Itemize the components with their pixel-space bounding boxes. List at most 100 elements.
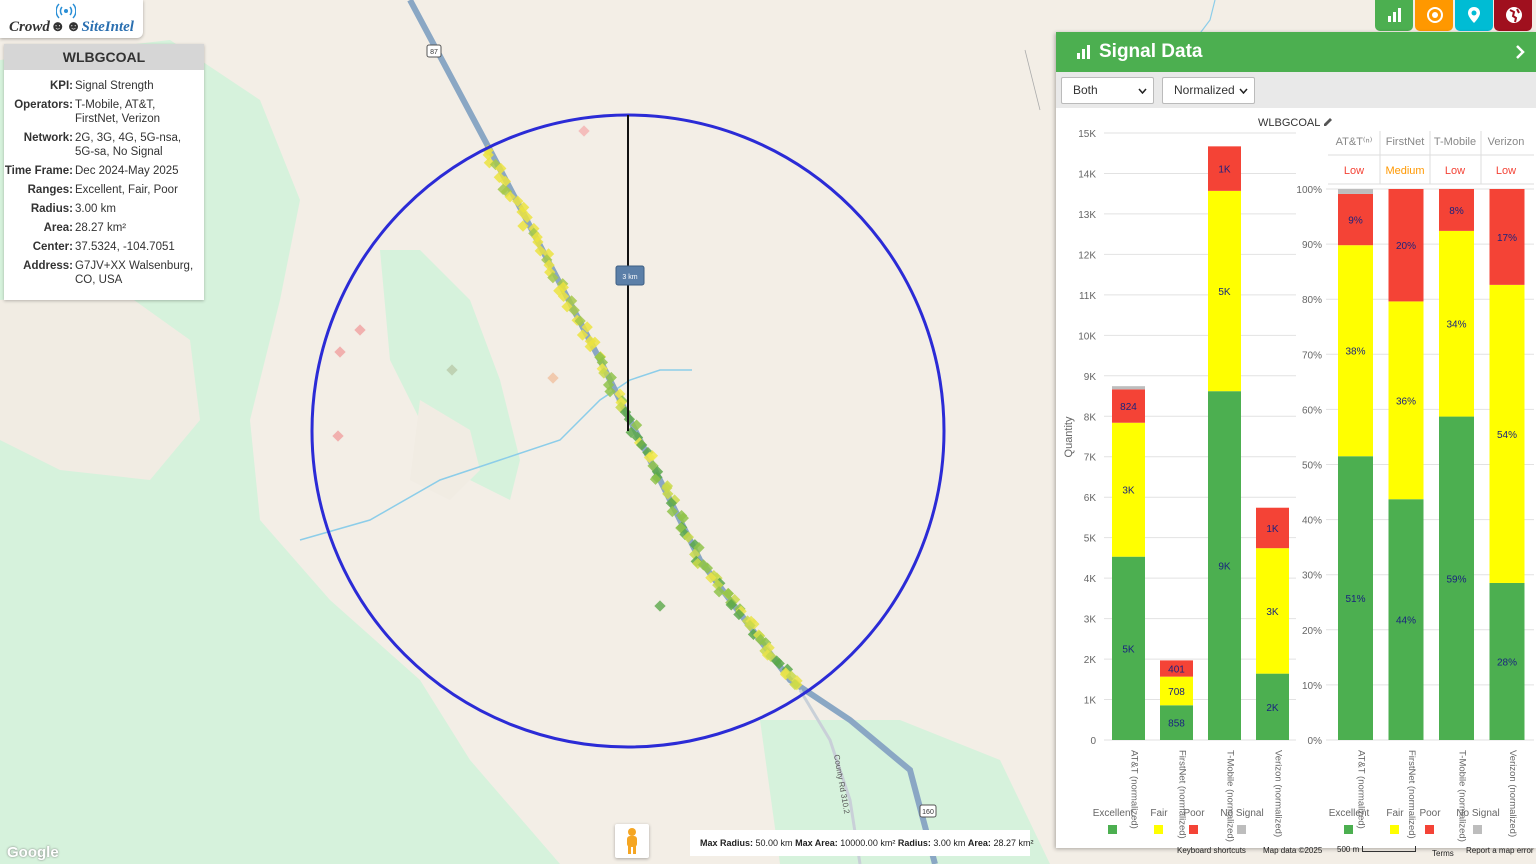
radius-value: 3.00 km (933, 838, 966, 848)
x-tick-label: FirstNet (normalized) (1406, 750, 1417, 839)
legend-swatch[interactable] (1344, 825, 1353, 834)
area-value: 28.27 km² (993, 838, 1034, 848)
bar-data-label: 8% (1449, 206, 1464, 217)
bar-data-label: 858 (1168, 719, 1185, 730)
info-row: Address: G7JV+XX Walsenburg, CO, USA (4, 259, 202, 287)
legend-swatch[interactable] (1237, 825, 1246, 834)
y-tick-label: 9K (1084, 372, 1097, 383)
operator-header: Verizon (1488, 136, 1525, 148)
chevron-right-icon[interactable] (1514, 44, 1526, 60)
bar-segment-no-signal[interactable] (1112, 386, 1145, 390)
map-data-attribution: Map data ©2025 (1263, 846, 1323, 855)
bar-data-label: 1K (1266, 524, 1279, 535)
y-tick-label: 0 (1090, 736, 1096, 747)
panel-header: Signal Data (1056, 32, 1536, 72)
bar-data-label: 2K (1266, 703, 1279, 714)
bar-data-label: 9K (1218, 562, 1231, 573)
y-tick-label: 40% (1302, 516, 1322, 527)
y-tick-label: 3K (1084, 615, 1097, 626)
bar-data-label: 51% (1345, 594, 1365, 605)
info-value: T-Mobile, AT&T, FirstNet, Verizon (75, 99, 160, 125)
y-tick-label: 10K (1078, 331, 1096, 342)
network-mode-select[interactable]: Both (1061, 77, 1154, 104)
y-tick-label: 10% (1302, 681, 1322, 692)
legend-swatch[interactable] (1154, 825, 1163, 834)
legend-label: Fair (1386, 808, 1404, 819)
network-mode-value: Both (1073, 83, 1098, 97)
y-tick-label: 7K (1084, 453, 1097, 464)
bar-chart-icon (1388, 8, 1401, 22)
area-label: Area: (967, 838, 991, 848)
info-value: 2G, 3G, 4G, 5G-nsa, 5G-sa, No Signal (75, 132, 182, 158)
y-tick-label: 14K (1078, 169, 1096, 180)
keyboard-shortcuts-link[interactable]: Keyboard shortcuts (1177, 846, 1246, 855)
bar-data-label: 1K (1218, 165, 1231, 176)
legend-label: Poor (1419, 808, 1441, 819)
bar-data-label: 9% (1348, 216, 1363, 227)
legend-swatch[interactable] (1189, 825, 1198, 834)
info-row: Ranges: Excellent, Fair, Poor (4, 183, 202, 197)
chart-button[interactable] (1375, 0, 1413, 31)
info-row: Network: 2G, 3G, 4G, 5G-nsa, 5G-sa, No Si… (4, 131, 202, 159)
report-map-error-link[interactable]: Report a map error (1466, 846, 1534, 855)
route-160-label: 160 (922, 809, 934, 816)
max-area-label: Max Area: (795, 838, 838, 848)
bar-data-label: 36% (1396, 396, 1416, 407)
street-view-button[interactable] (615, 824, 649, 858)
bar-data-label: 44% (1396, 616, 1416, 627)
y-tick-label: 20% (1302, 626, 1322, 637)
info-row: Time Frame: Dec 2024-May 2025 (4, 164, 202, 178)
map-scale[interactable]: 500 m (1337, 845, 1359, 854)
area-status-bar: Max Radius: 50.00 km Max Area: 10000.00 … (690, 830, 1034, 856)
normalization-value: Normalized (1174, 83, 1235, 97)
operator-level: Medium (1385, 165, 1424, 177)
bar-data-label: 20% (1396, 241, 1416, 252)
broadcast-icon (56, 3, 76, 19)
y-tick-label: 0% (1308, 736, 1323, 747)
route-87-label: 87 (430, 49, 438, 56)
y-tick-label: 2K (1084, 655, 1097, 666)
info-value: Signal Strength (75, 80, 154, 92)
bar-data-label: 17% (1497, 233, 1517, 244)
y-tick-label: 1K (1084, 696, 1097, 707)
edit-icon[interactable] (1324, 118, 1332, 126)
info-row: KPI: Signal Strength (4, 79, 202, 93)
bar-data-label: 3K (1122, 486, 1135, 497)
max-radius-value: 50.00 km (755, 838, 793, 848)
site-title: WLBGCOAL (4, 44, 204, 70)
chevron-down-icon (1138, 88, 1147, 94)
legend-label: Excellent (1093, 808, 1134, 819)
info-value: G7JV+XX Walsenburg, CO, USA (75, 260, 194, 286)
y-tick-label: 4K (1084, 574, 1097, 585)
location-button[interactable] (1455, 0, 1493, 31)
radius-label: Radius: (897, 838, 931, 848)
legend-swatch[interactable] (1425, 825, 1434, 834)
globe-button[interactable] (1494, 0, 1532, 31)
pegman-icon (627, 828, 637, 854)
y-tick-label: 8K (1084, 412, 1097, 423)
terms-link[interactable]: Terms (1432, 849, 1454, 858)
info-key: Ranges: (27, 184, 73, 196)
x-tick-label: FirstNet (normalized) (1177, 750, 1188, 839)
bar-segment-no-signal[interactable] (1338, 189, 1373, 194)
info-row: Operators: T-Mobile, AT&T, FirstNet, Veri… (4, 98, 202, 126)
max-radius-label: Max Radius: (700, 838, 754, 848)
y-tick-label: 11K (1079, 291, 1096, 302)
target-button[interactable] (1415, 0, 1453, 31)
normalization-select[interactable]: Normalized (1162, 77, 1255, 104)
info-value: 28.27 km² (75, 222, 127, 234)
legend-swatch[interactable] (1390, 825, 1399, 834)
bar-data-label: 54% (1497, 430, 1517, 441)
chart-site-label: WLBGCOAL (1258, 117, 1320, 129)
info-key: Time Frame: (4, 165, 73, 177)
info-key: Area: (43, 222, 73, 234)
legend-swatch[interactable] (1473, 825, 1482, 834)
y-tick-label: 90% (1302, 240, 1322, 251)
signal-charts: WLBGCOAL Quantity 0 1K 2K 3K 4K 5K 6K 7K 8K 9K 10K… (1063, 117, 1534, 842)
target-icon (1427, 7, 1443, 23)
site-info-panel: WLBGCOAL KPI: Signal Strength Operators: T-… (4, 44, 204, 300)
panel-controls: Both Normalized (1056, 72, 1536, 108)
chevron-down-icon (1239, 88, 1248, 94)
legend-label: No Signal (1456, 808, 1499, 819)
legend-swatch[interactable] (1108, 825, 1117, 834)
